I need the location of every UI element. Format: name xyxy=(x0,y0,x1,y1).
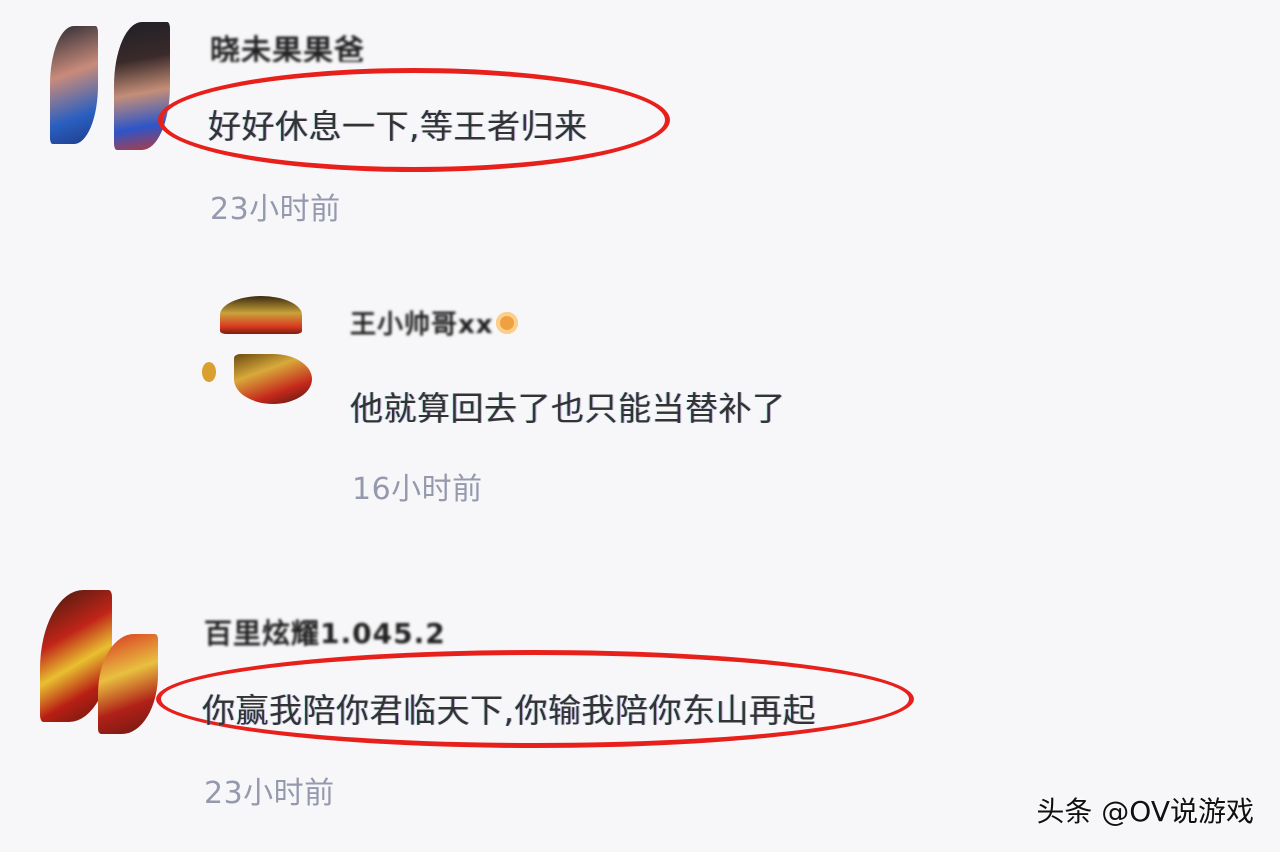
username[interactable]: 晓未果果爸 xyxy=(210,26,365,62)
timestamp: 23小时前 xyxy=(204,776,335,811)
avatar[interactable] xyxy=(48,22,174,152)
watermark: 头条 @OV说游戏 xyxy=(1036,795,1254,828)
avatar[interactable] xyxy=(38,588,162,734)
username[interactable]: 王小帅哥xx xyxy=(350,304,494,336)
comment-text: 好好休息一下,等王者归来 xyxy=(208,107,588,146)
timestamp: 16小时前 xyxy=(352,472,483,507)
username[interactable]: 百里炫耀1.045.2 xyxy=(204,612,446,646)
comment-text: 他就算回去了也只能当替补了 xyxy=(350,389,786,428)
comment-item: 晓未果果爸 好好休息一下,等王者归来 23小时前 xyxy=(0,0,1280,260)
comment-text: 你赢我陪你君临天下,你输我陪你东山再起 xyxy=(202,691,816,730)
timestamp: 23小时前 xyxy=(210,192,341,227)
comment-item: 王小帅哥xx 他就算回去了也只能当替补了 16小时前 xyxy=(0,280,1280,520)
comment-screenshot: 晓未果果爸 好好休息一下,等王者归来 23小时前 王小帅哥xx 他就算回去了也只… xyxy=(0,0,1280,852)
verified-badge-icon xyxy=(496,312,518,334)
avatar[interactable] xyxy=(200,296,316,408)
